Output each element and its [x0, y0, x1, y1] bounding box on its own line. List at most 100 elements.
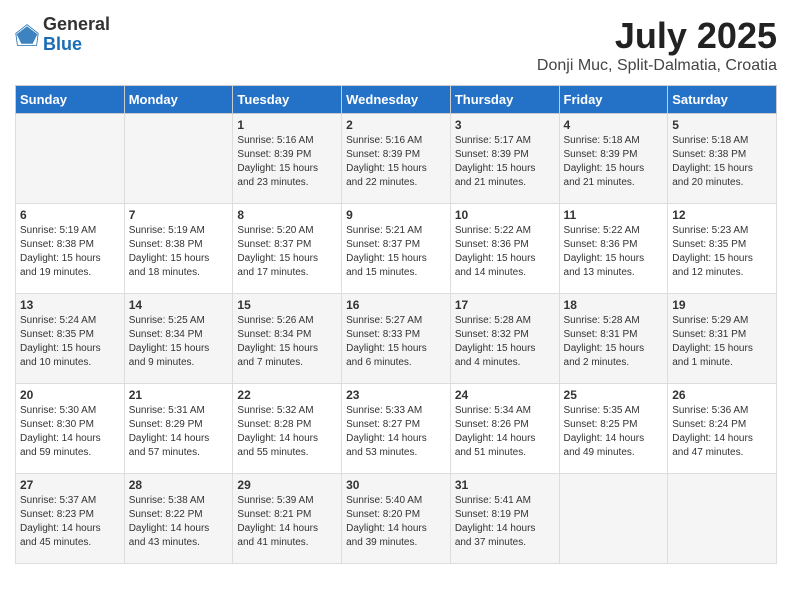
day-number: 1	[237, 118, 337, 132]
day-info: Sunrise: 5:39 AMSunset: 8:21 PMDaylight:…	[237, 494, 337, 550]
day-number: 7	[129, 208, 229, 222]
page-header: General Blue July 2025 Donji Muc, Split-…	[15, 15, 777, 75]
day-number: 9	[346, 208, 446, 222]
title-block: July 2025 Donji Muc, Split-Dalmatia, Cro…	[537, 15, 777, 75]
calendar-header-row: Sunday Monday Tuesday Wednesday Thursday…	[16, 86, 777, 114]
day-info: Sunrise: 5:26 AMSunset: 8:34 PMDaylight:…	[237, 314, 337, 370]
table-row: 9Sunrise: 5:21 AMSunset: 8:37 PMDaylight…	[342, 204, 451, 294]
header-sunday: Sunday	[16, 86, 125, 114]
day-info: Sunrise: 5:18 AMSunset: 8:39 PMDaylight:…	[564, 134, 664, 190]
day-info: Sunrise: 5:19 AMSunset: 8:38 PMDaylight:…	[20, 224, 120, 280]
day-number: 4	[564, 118, 664, 132]
logo-icon	[15, 23, 39, 47]
table-row: 15 Sunrise: 5:26 AMSunset: 8:34 PMDayligh…	[233, 294, 342, 384]
day-number: 21	[129, 388, 229, 402]
day-number: 31	[455, 478, 555, 492]
table-row: 14 Sunrise: 5:25 AMSunset: 8:34 PMDayligh…	[124, 294, 233, 384]
table-row: 13 Sunrise: 5:24 AMSunset: 8:35 PMDayligh…	[16, 294, 125, 384]
day-info: Sunrise: 5:27 AMSunset: 8:33 PMDaylight:…	[346, 314, 446, 370]
calendar-week-row: 6 Sunrise: 5:19 AMSunset: 8:38 PMDaylight…	[16, 204, 777, 294]
calendar-subtitle: Donji Muc, Split-Dalmatia, Croatia	[537, 57, 777, 75]
day-info: Sunrise: 5:28 AMSunset: 8:32 PMDaylight:…	[455, 314, 555, 370]
day-number: 11	[564, 208, 664, 222]
day-info: Sunrise: 5:37 AMSunset: 8:23 PMDaylight:…	[20, 494, 120, 550]
day-number: 24	[455, 388, 555, 402]
day-info: Sunrise: 5:16 AMSunset: 8:39 PMDaylight:…	[346, 134, 446, 190]
day-info: Sunrise: 5:32 AMSunset: 8:28 PMDaylight:…	[237, 404, 337, 460]
day-number: 28	[129, 478, 229, 492]
day-info: Sunrise: 5:33 AMSunset: 8:27 PMDaylight:…	[346, 404, 446, 460]
table-row: 26 Sunrise: 5:36 AMSunset: 8:24 PMDayligh…	[668, 384, 777, 474]
header-wednesday: Wednesday	[342, 86, 451, 114]
day-info: Sunrise: 5:22 AMSunset: 8:36 PMDaylight:…	[564, 224, 664, 280]
day-number: 20	[20, 388, 120, 402]
day-info: Sunrise: 5:29 AMSunset: 8:31 PMDaylight:…	[672, 314, 772, 370]
logo: General Blue	[15, 15, 110, 55]
table-row: 6 Sunrise: 5:19 AMSunset: 8:38 PMDaylight…	[16, 204, 125, 294]
day-number: 13	[20, 298, 120, 312]
day-info: Sunrise: 5:41 AMSunset: 8:19 PMDaylight:…	[455, 494, 555, 550]
day-info: Sunrise: 5:31 AMSunset: 8:29 PMDaylight:…	[129, 404, 229, 460]
table-row	[16, 114, 125, 204]
day-number: 6	[20, 208, 120, 222]
table-row: 28 Sunrise: 5:38 AMSunset: 8:22 PMDayligh…	[124, 474, 233, 564]
table-row	[668, 474, 777, 564]
day-number: 10	[455, 208, 555, 222]
day-info: Sunrise: 5:22 AMSunset: 8:36 PMDaylight:…	[455, 224, 555, 280]
table-row: 4 Sunrise: 5:18 AMSunset: 8:39 PMDaylight…	[559, 114, 668, 204]
day-number: 15	[237, 298, 337, 312]
table-row: 3 Sunrise: 5:17 AMSunset: 8:39 PMDaylight…	[450, 114, 559, 204]
day-number: 19	[672, 298, 772, 312]
day-info: Sunrise: 5:28 AMSunset: 8:31 PMDaylight:…	[564, 314, 664, 370]
table-row: 5Sunrise: 5:18 AMSunset: 8:38 PMDaylight…	[668, 114, 777, 204]
table-row: 18 Sunrise: 5:28 AMSunset: 8:31 PMDayligh…	[559, 294, 668, 384]
day-number: 18	[564, 298, 664, 312]
table-row: 29Sunrise: 5:39 AMSunset: 8:21 PMDayligh…	[233, 474, 342, 564]
day-info: Sunrise: 5:19 AMSunset: 8:38 PMDaylight:…	[129, 224, 229, 280]
table-row: 25Sunrise: 5:35 AMSunset: 8:25 PMDayligh…	[559, 384, 668, 474]
table-row: 7 Sunrise: 5:19 AMSunset: 8:38 PMDaylight…	[124, 204, 233, 294]
day-number: 14	[129, 298, 229, 312]
table-row	[124, 114, 233, 204]
day-number: 27	[20, 478, 120, 492]
table-row: 22 Sunrise: 5:32 AMSunset: 8:28 PMDayligh…	[233, 384, 342, 474]
table-row: 30 Sunrise: 5:40 AMSunset: 8:20 PMDayligh…	[342, 474, 451, 564]
logo-blue: Blue	[43, 35, 110, 55]
calendar-week-row: 27 Sunrise: 5:37 AMSunset: 8:23 PMDayligh…	[16, 474, 777, 564]
day-info: Sunrise: 5:25 AMSunset: 8:34 PMDaylight:…	[129, 314, 229, 370]
day-info: Sunrise: 5:38 AMSunset: 8:22 PMDaylight:…	[129, 494, 229, 550]
table-row: 2 Sunrise: 5:16 AMSunset: 8:39 PMDaylight…	[342, 114, 451, 204]
day-number: 22	[237, 388, 337, 402]
day-info: Sunrise: 5:16 AMSunset: 8:39 PMDaylight:…	[237, 134, 337, 190]
day-number: 25	[564, 388, 664, 402]
table-row: 17Sunrise: 5:28 AMSunset: 8:32 PMDayligh…	[450, 294, 559, 384]
day-number: 2	[346, 118, 446, 132]
table-row: 24 Sunrise: 5:34 AMSunset: 8:26 PMDayligh…	[450, 384, 559, 474]
table-row: 19 Sunrise: 5:29 AMSunset: 8:31 PMDayligh…	[668, 294, 777, 384]
header-tuesday: Tuesday	[233, 86, 342, 114]
day-info: Sunrise: 5:34 AMSunset: 8:26 PMDaylight:…	[455, 404, 555, 460]
day-info: Sunrise: 5:17 AMSunset: 8:39 PMDaylight:…	[455, 134, 555, 190]
day-info: Sunrise: 5:36 AMSunset: 8:24 PMDaylight:…	[672, 404, 772, 460]
day-number: 26	[672, 388, 772, 402]
header-thursday: Thursday	[450, 86, 559, 114]
day-info: Sunrise: 5:23 AMSunset: 8:35 PMDaylight:…	[672, 224, 772, 280]
table-row: 12Sunrise: 5:23 AMSunset: 8:35 PMDayligh…	[668, 204, 777, 294]
table-row: 20 Sunrise: 5:30 AMSunset: 8:30 PMDayligh…	[16, 384, 125, 474]
day-info: Sunrise: 5:40 AMSunset: 8:20 PMDaylight:…	[346, 494, 446, 550]
day-number: 30	[346, 478, 446, 492]
day-info: Sunrise: 5:20 AMSunset: 8:37 PMDaylight:…	[237, 224, 337, 280]
day-number: 8	[237, 208, 337, 222]
day-info: Sunrise: 5:30 AMSunset: 8:30 PMDaylight:…	[20, 404, 120, 460]
table-row	[559, 474, 668, 564]
day-number: 16	[346, 298, 446, 312]
day-info: Sunrise: 5:24 AMSunset: 8:35 PMDaylight:…	[20, 314, 120, 370]
table-row: 8 Sunrise: 5:20 AMSunset: 8:37 PMDaylight…	[233, 204, 342, 294]
day-info: Sunrise: 5:18 AMSunset: 8:38 PMDaylight:…	[672, 134, 772, 190]
day-number: 3	[455, 118, 555, 132]
calendar-week-row: 1 Sunrise: 5:16 AMSunset: 8:39 PMDaylight…	[16, 114, 777, 204]
calendar-week-row: 20 Sunrise: 5:30 AMSunset: 8:30 PMDayligh…	[16, 384, 777, 474]
table-row: 10 Sunrise: 5:22 AMSunset: 8:36 PMDayligh…	[450, 204, 559, 294]
table-row: 21 Sunrise: 5:31 AMSunset: 8:29 PMDayligh…	[124, 384, 233, 474]
calendar-week-row: 13 Sunrise: 5:24 AMSunset: 8:35 PMDayligh…	[16, 294, 777, 384]
